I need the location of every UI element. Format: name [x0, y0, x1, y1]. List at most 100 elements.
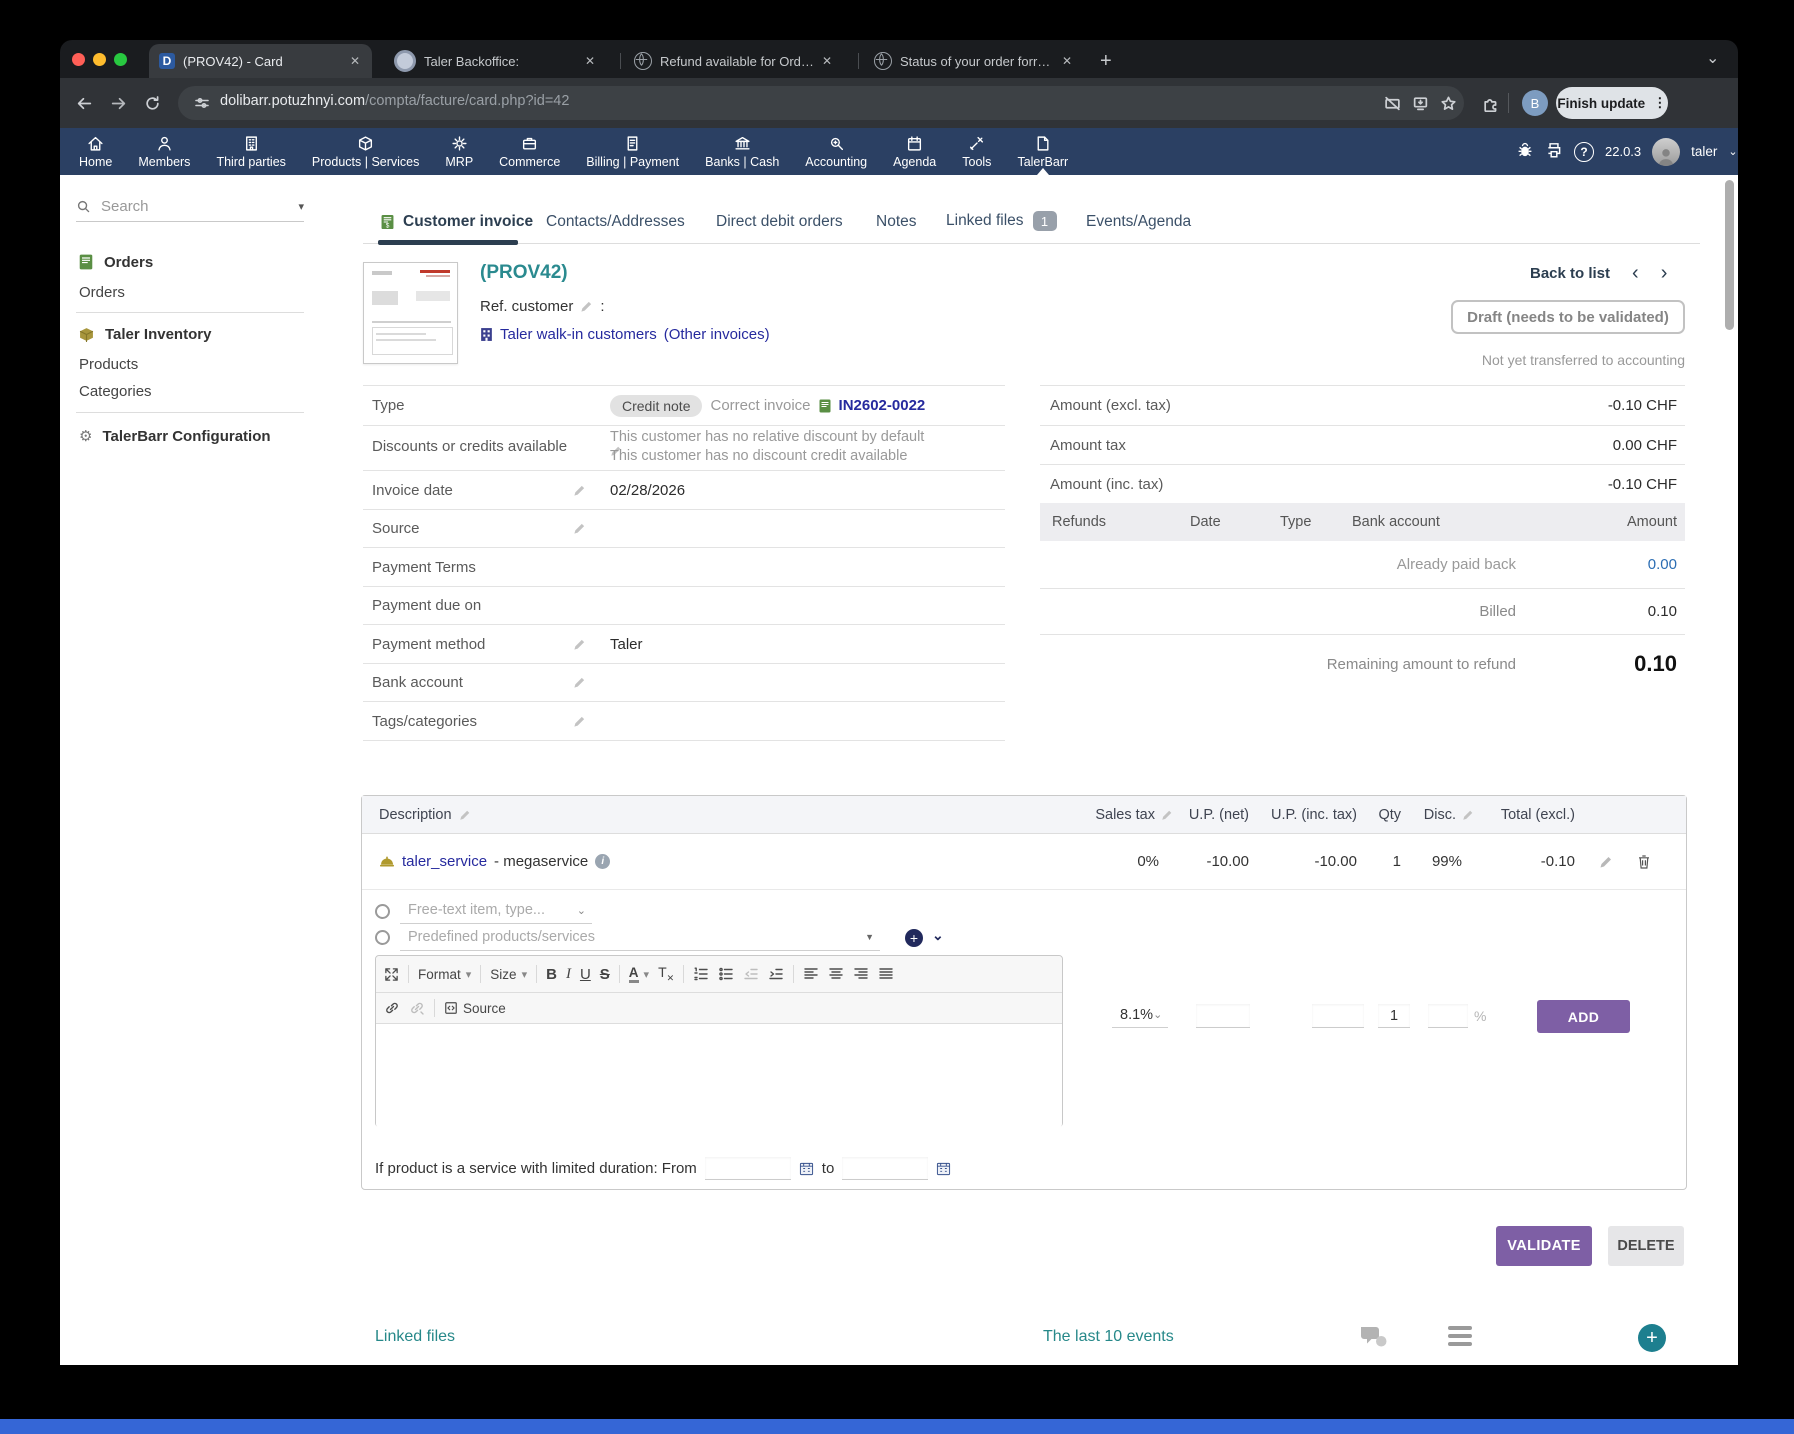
bullet-list-icon[interactable] [718, 966, 734, 982]
vat-select[interactable]: 8.1%⌄ [1112, 1002, 1168, 1028]
description-editor[interactable]: Format▾ Size▾ B I U S A▾ T✕ [375, 955, 1063, 1127]
menu-mrp[interactable]: MRP [432, 128, 486, 175]
outdent-icon[interactable] [743, 966, 759, 982]
link-icon[interactable] [384, 1000, 400, 1016]
tab-direct-debit[interactable]: Direct debit orders [716, 213, 843, 231]
edit-pencil-icon[interactable] [573, 676, 586, 689]
calendar-icon[interactable] [799, 1161, 814, 1176]
tab-notes[interactable]: Notes [876, 213, 917, 231]
new-tab-button[interactable]: + [1100, 50, 1112, 73]
edit-pencil-icon[interactable] [1161, 809, 1173, 821]
discount-input[interactable] [1428, 1004, 1468, 1028]
tab-close-icon[interactable]: ✕ [583, 54, 597, 68]
customer-link[interactable]: Taler walk-in customers [500, 326, 657, 343]
browser-tab-4[interactable]: Status of your order forrefund ✕ [864, 44, 1084, 78]
product-link[interactable]: taler_service [402, 853, 487, 870]
tab-contacts[interactable]: Contacts/Addresses [546, 213, 685, 231]
print-icon[interactable] [1545, 141, 1563, 162]
delete-line-trash-icon[interactable] [1637, 834, 1651, 889]
edit-pencil-icon[interactable] [573, 522, 586, 535]
browser-tab-3[interactable]: Refund available for Order to ✕ [624, 44, 844, 78]
text-color-icon[interactable]: A▾ [629, 965, 649, 983]
window-minimize-button[interactable] [93, 53, 106, 66]
help-icon[interactable]: ? [1574, 142, 1594, 162]
profile-avatar[interactable]: B [1522, 90, 1548, 116]
edit-pencil-icon[interactable] [1462, 809, 1474, 821]
browser-tab-1[interactable]: D (PROV42) - Card ✕ [149, 44, 372, 78]
calendar-icon[interactable] [936, 1161, 951, 1176]
source-button[interactable]: Source [444, 1001, 506, 1016]
install-app-icon[interactable] [1412, 95, 1429, 117]
align-right-icon[interactable] [853, 966, 869, 982]
sidebar-search[interactable]: Search ▾ [76, 192, 304, 222]
free-text-radio[interactable] [375, 904, 390, 919]
sidebar-section-inventory[interactable]: Taler Inventory [79, 322, 211, 346]
ordered-list-icon[interactable] [693, 966, 709, 982]
add-event-plus-icon[interactable]: + [1638, 1324, 1666, 1352]
user-avatar[interactable] [1652, 138, 1680, 166]
date-to-input[interactable] [842, 1157, 928, 1180]
justify-icon[interactable] [878, 966, 894, 982]
menu-tools[interactable]: Tools [949, 128, 1004, 175]
menu-billing-payment[interactable]: Billing | Payment [573, 128, 692, 175]
indent-icon[interactable] [768, 966, 784, 982]
sidebar-item-categories[interactable]: Categories [79, 383, 152, 400]
add-product-plus-icon[interactable]: + [905, 929, 923, 947]
edit-line-pencil-icon[interactable] [1599, 834, 1613, 889]
size-select[interactable]: Size▾ [490, 967, 527, 982]
plus-chevron-icon[interactable]: ⌄ [932, 927, 944, 944]
sidebar-item-products[interactable]: Products [79, 356, 138, 373]
already-paid-value[interactable]: 0.00 [1648, 556, 1677, 573]
menu-commerce[interactable]: Commerce [486, 128, 573, 175]
menu-products-services[interactable]: Products | Services [299, 128, 432, 175]
edit-pencil-icon[interactable] [573, 638, 586, 651]
add-line-button[interactable]: ADD [1537, 1000, 1630, 1033]
edit-pencil-icon[interactable] [580, 300, 593, 313]
align-center-icon[interactable] [828, 966, 844, 982]
format-select[interactable]: Format▾ [418, 967, 471, 982]
underline-icon[interactable]: U [580, 966, 591, 983]
window-zoom-button[interactable] [114, 53, 127, 66]
validate-button[interactable]: VALIDATE [1496, 1226, 1592, 1266]
url-text[interactable]: dolibarr.potuzhnyi.com/compta/facture/ca… [220, 93, 569, 109]
invoice-preview-thumbnail[interactable] [363, 262, 458, 364]
italic-icon[interactable]: I [566, 966, 571, 983]
tab-events[interactable]: Events/Agenda [1086, 213, 1191, 231]
maximize-icon[interactable] [384, 967, 399, 982]
info-icon[interactable]: i [595, 854, 610, 869]
editor-content[interactable] [376, 1024, 1062, 1128]
next-record-icon[interactable]: › [1661, 262, 1668, 285]
menu-third-parties[interactable]: Third parties [203, 128, 298, 175]
browser-tab-2[interactable]: Taler Backoffice: ✕ [384, 44, 607, 78]
back-to-list-link[interactable]: Back to list [1530, 265, 1610, 282]
bookmark-star-icon[interactable] [1440, 95, 1457, 117]
finish-update-button[interactable]: Finish update ⋮ [1556, 87, 1668, 119]
tab-linked-files[interactable]: Linked files 1 [946, 208, 1057, 234]
browser-menu-dots-icon[interactable]: ⋮ [1653, 95, 1667, 111]
edit-pencil-icon[interactable] [573, 715, 586, 728]
reload-icon[interactable] [144, 95, 161, 117]
unlink-icon[interactable] [409, 1000, 425, 1016]
menu-banks-cash[interactable]: Banks | Cash [692, 128, 792, 175]
menu-members[interactable]: Members [125, 128, 203, 175]
date-from-input[interactable] [705, 1157, 791, 1180]
bold-icon[interactable]: B [546, 966, 557, 983]
free-text-select[interactable]: Free-text item, type...⌄ [400, 897, 592, 924]
user-menu[interactable]: taler [1691, 144, 1717, 159]
last-events-link[interactable]: The last 10 events [1043, 1328, 1174, 1346]
tab-close-icon[interactable]: ✕ [1060, 54, 1074, 68]
sidebar-section-orders[interactable]: Orders [79, 250, 153, 274]
tab-search-chevron-icon[interactable]: ⌄ [1706, 48, 1719, 68]
align-left-icon[interactable] [803, 966, 819, 982]
tab-customer-invoice[interactable]: $ Customer invoice [381, 208, 533, 236]
tab-close-icon[interactable]: ✕ [348, 54, 362, 68]
forward-icon[interactable] [110, 95, 127, 117]
other-invoices-link[interactable]: (Other invoices) [664, 326, 770, 343]
qty-input[interactable]: 1 [1378, 1004, 1410, 1028]
menu-talerbarr[interactable]: TalerBarr [1004, 128, 1081, 175]
menu-home[interactable]: Home [66, 128, 125, 175]
scrollbar-thumb[interactable] [1725, 180, 1734, 330]
search-dropdown-icon[interactable]: ▾ [298, 200, 304, 213]
comments-icon[interactable] [1358, 1322, 1388, 1355]
correct-invoice-link[interactable]: IN2602-0022 [839, 397, 926, 414]
